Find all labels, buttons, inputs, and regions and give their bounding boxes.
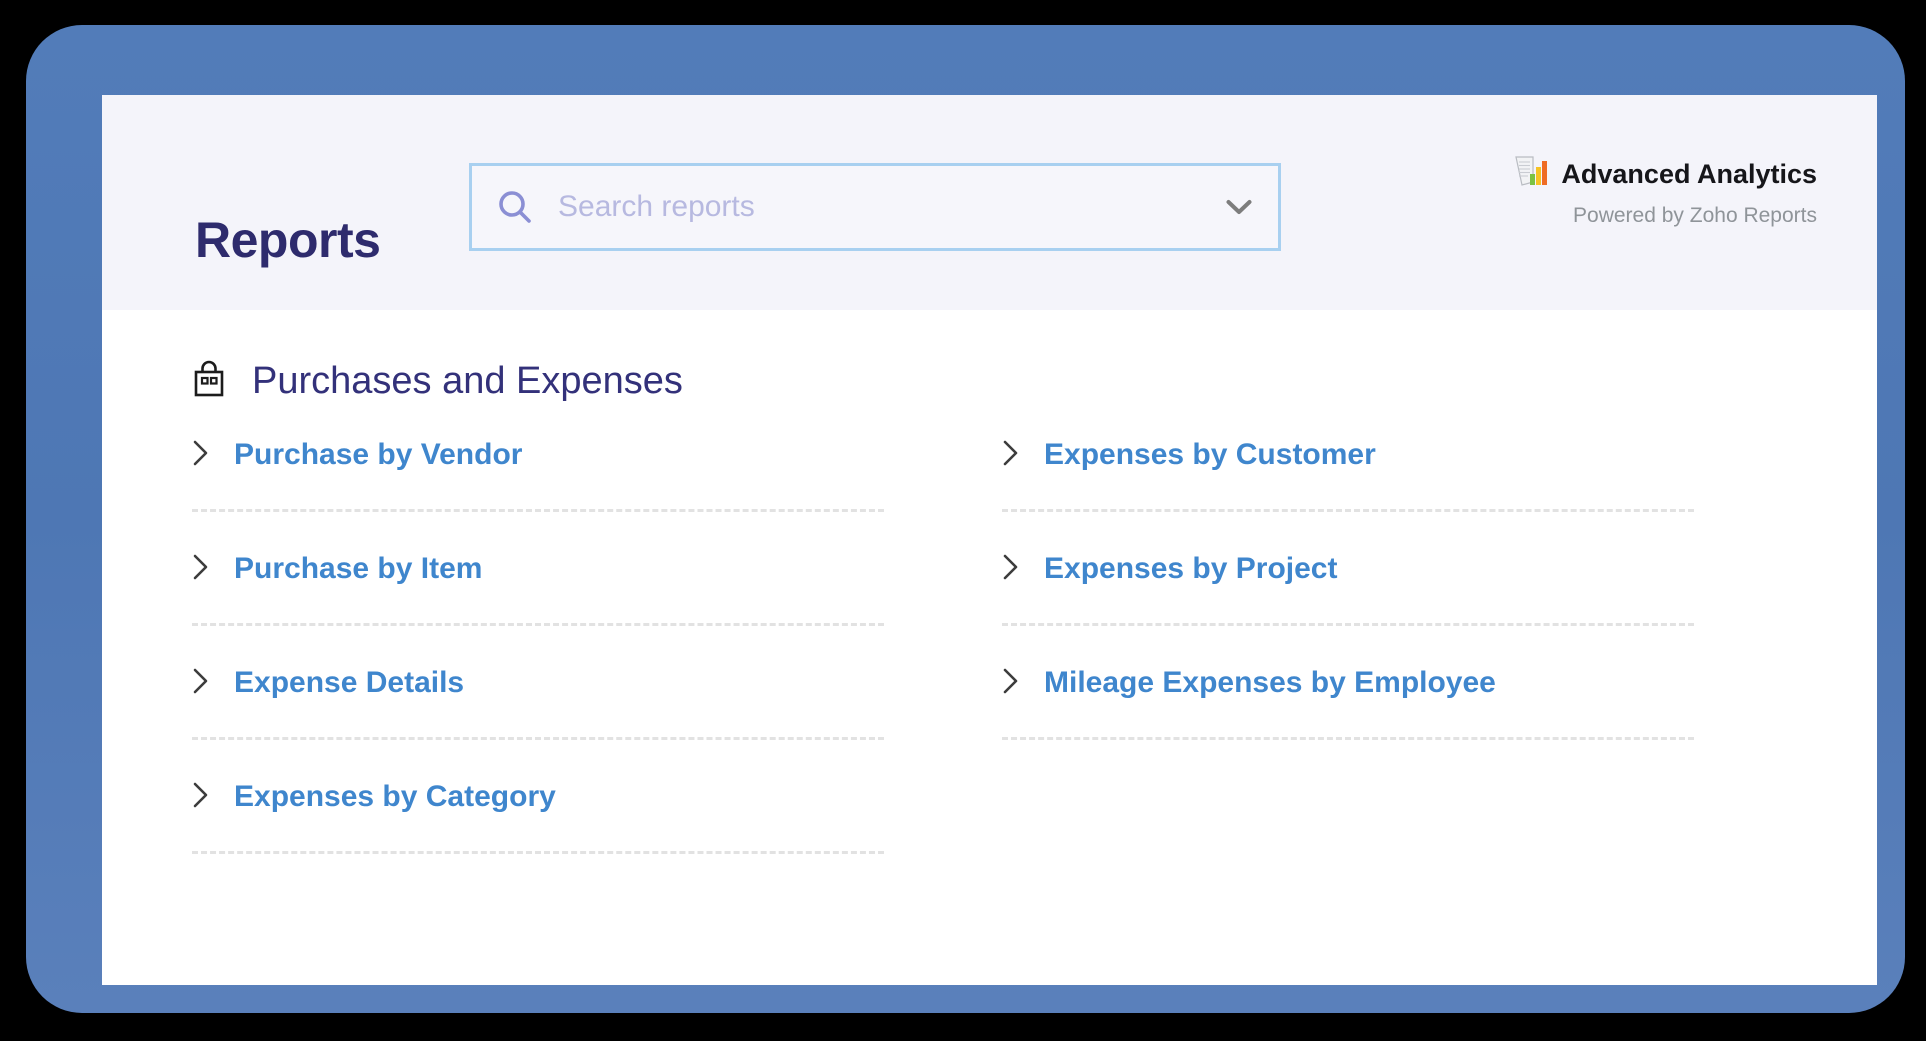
search-bar[interactable] bbox=[469, 163, 1281, 251]
report-link-label: Expense Details bbox=[234, 666, 465, 699]
chevron-right-icon bbox=[1002, 553, 1020, 586]
report-link-label: Expenses by Project bbox=[1044, 552, 1338, 585]
document-chart-icon bbox=[1513, 155, 1549, 194]
chevron-right-icon bbox=[192, 667, 210, 700]
chevron-right-icon bbox=[1002, 667, 1020, 700]
branding-subtitle: Powered by Zoho Reports bbox=[1573, 204, 1817, 227]
report-column-right: Expenses by Customer Expenses by Project bbox=[1002, 438, 1694, 854]
report-link-expenses-by-category[interactable]: Expenses by Category bbox=[192, 780, 884, 854]
section-title: Purchases and Expenses bbox=[252, 360, 683, 402]
chevron-right-icon bbox=[192, 553, 210, 586]
report-link-purchase-by-item[interactable]: Purchase by Item bbox=[192, 552, 884, 626]
report-link-label: Purchase by Vendor bbox=[234, 438, 523, 471]
report-link-purchase-by-vendor[interactable]: Purchase by Vendor bbox=[192, 438, 884, 512]
device-frame: Reports Search reports Advanced Analytic… bbox=[26, 25, 1905, 1013]
section-header: Purchases and Expenses bbox=[192, 360, 683, 403]
search-input[interactable] bbox=[558, 166, 1200, 248]
report-column-left: Purchase by Vendor Purchase by Item Expe… bbox=[192, 438, 884, 854]
chevron-down-icon[interactable] bbox=[1200, 166, 1278, 248]
search-icon bbox=[472, 188, 558, 226]
shopping-bag-icon bbox=[192, 360, 226, 403]
chevron-right-icon bbox=[192, 781, 210, 814]
report-link-expense-details[interactable]: Expense Details bbox=[192, 666, 884, 740]
report-link-label: Purchase by Item bbox=[234, 552, 483, 585]
report-link-label: Expenses by Category bbox=[234, 780, 556, 813]
report-link-expenses-by-customer[interactable]: Expenses by Customer bbox=[1002, 438, 1694, 512]
report-link-mileage-expenses-by-employee[interactable]: Mileage Expenses by Employee bbox=[1002, 666, 1694, 740]
chevron-right-icon bbox=[1002, 439, 1020, 472]
report-link-expenses-by-project[interactable]: Expenses by Project bbox=[1002, 552, 1694, 626]
branding: Advanced Analytics Powered by Zoho Repor… bbox=[1397, 155, 1817, 228]
branding-title: Advanced Analytics bbox=[1561, 159, 1817, 189]
header-bar: Reports Search reports Advanced Analytic… bbox=[102, 95, 1877, 310]
app-panel: Reports Search reports Advanced Analytic… bbox=[102, 95, 1877, 985]
chevron-right-icon bbox=[192, 439, 210, 472]
page-title: Reports bbox=[195, 212, 381, 268]
content-area: Purchases and Expenses Purchase by Vendo… bbox=[102, 310, 1877, 985]
report-link-label: Mileage Expenses by Employee bbox=[1044, 666, 1496, 699]
report-columns: Purchase by Vendor Purchase by Item Expe… bbox=[192, 438, 1792, 854]
report-link-label: Expenses by Customer bbox=[1044, 438, 1376, 471]
